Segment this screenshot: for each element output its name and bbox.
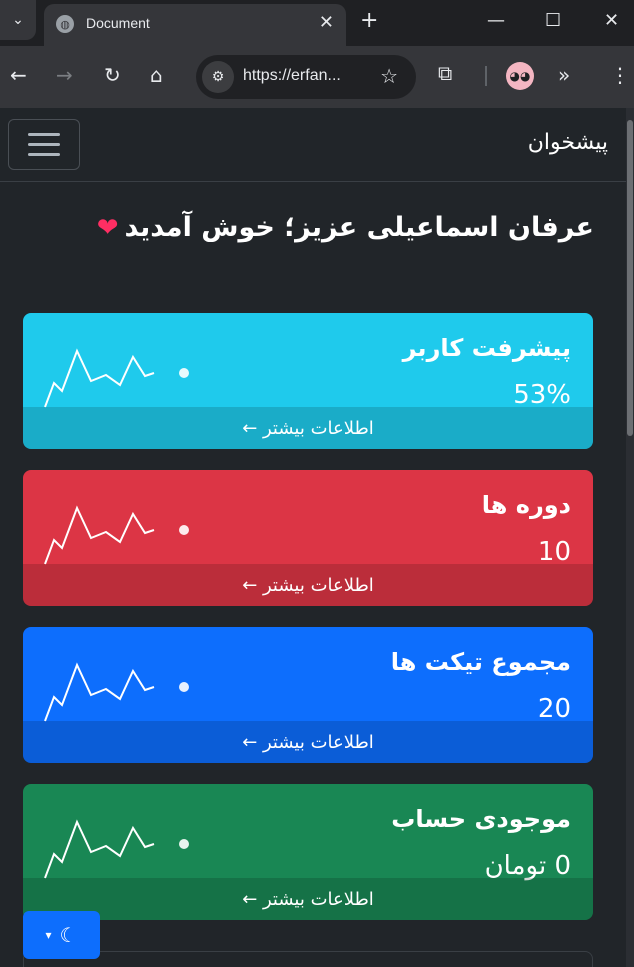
- home-icon[interactable]: ⌂: [150, 63, 163, 87]
- more-info-link[interactable]: اطلاعات بیشتر ←: [23, 564, 593, 606]
- hamburger-line: [28, 143, 60, 146]
- sparkline-icon: [44, 819, 189, 879]
- site-info-icon[interactable]: ⚙: [202, 61, 234, 93]
- sparkline-icon: [44, 505, 189, 565]
- card-value: 20: [537, 694, 571, 724]
- minimize-button[interactable]: —: [487, 10, 505, 31]
- card-label: دوره ها: [481, 491, 571, 519]
- card-label: مجموع تیکت ها: [390, 648, 571, 676]
- address-bar[interactable]: ⚙ https://erfan... ☆: [196, 55, 416, 99]
- card-label: موجودی حساب: [391, 805, 571, 833]
- tab-search-button[interactable]: ⌄: [0, 0, 36, 40]
- sparkline-icon: [44, 662, 189, 722]
- tab-title: Document: [86, 15, 150, 31]
- more-info-link[interactable]: اطلاعات بیشتر ←: [23, 407, 593, 449]
- menu-toggle-button[interactable]: [8, 119, 80, 170]
- more-info-link[interactable]: اطلاعات بیشتر ←: [23, 721, 593, 763]
- browser-tab-strip: ⌄ ◍ Document ✕ + — ☐ ✕: [0, 0, 634, 46]
- more-info-link[interactable]: اطلاعات بیشتر ←: [23, 878, 593, 920]
- card-value: 53%: [513, 380, 571, 410]
- extensions-icon[interactable]: ⧉: [438, 61, 452, 85]
- chevron-down-icon: ⌄: [12, 12, 24, 28]
- back-icon[interactable]: ←: [10, 63, 27, 87]
- card-value: 10: [537, 537, 571, 567]
- close-window-button[interactable]: ✕: [604, 10, 619, 31]
- moon-icon: ☾: [59, 923, 78, 947]
- reload-icon[interactable]: ↻: [104, 63, 121, 87]
- hamburger-line: [28, 133, 60, 136]
- browser-tab[interactable]: ◍ Document ✕: [44, 4, 346, 46]
- page-viewport: پیشخوان عرفان اسماعیلی عزیز؛ خوش آمدید ❤…: [0, 108, 626, 967]
- close-tab-button[interactable]: ✕: [319, 12, 334, 33]
- heart-icon: ❤: [96, 212, 119, 243]
- page-scrollbar[interactable]: [626, 108, 634, 967]
- sparkline-icon: [44, 348, 189, 408]
- top-navbar: پیشخوان: [0, 108, 626, 182]
- toolbar-divider: [485, 66, 487, 86]
- browser-toolbar: ← → ↻ ⌂ ⚙ https://erfan... ☆ ⧉ ◕◕ » ⋮: [0, 46, 634, 108]
- globe-icon: ◍: [56, 15, 74, 33]
- card-value: 0 تومان: [484, 851, 571, 881]
- menu-kebab-icon[interactable]: ⋮: [610, 63, 630, 87]
- new-tab-button[interactable]: +: [360, 8, 378, 33]
- stat-card-balance: موجودی حساب 0 تومان اطلاعات بیشتر ←: [23, 784, 593, 920]
- double-chevron-icon[interactable]: »: [558, 63, 570, 87]
- profile-avatar[interactable]: ◕◕: [506, 62, 534, 90]
- navbar-brand[interactable]: پیشخوان: [528, 130, 608, 155]
- card-label: پیشرفت کاربر: [402, 334, 571, 362]
- url-text[interactable]: https://erfan...: [243, 67, 341, 85]
- maximize-button[interactable]: ☐: [545, 10, 561, 31]
- hamburger-line: [28, 153, 60, 156]
- forward-icon[interactable]: →: [56, 63, 73, 87]
- stat-card-courses: دوره ها 10 اطلاعات بیشتر ←: [23, 470, 593, 606]
- next-section-card: [23, 951, 593, 967]
- bookmark-star-icon[interactable]: ☆: [380, 64, 398, 88]
- welcome-heading: عرفان اسماعیلی عزیز؛ خوش آمدید ❤: [97, 212, 594, 243]
- theme-toggle-button[interactable]: ▾ ☾: [23, 911, 100, 959]
- stat-card-progress: پیشرفت کاربر 53% اطلاعات بیشتر ←: [23, 313, 593, 449]
- scrollbar-thumb[interactable]: [627, 120, 633, 436]
- caret-down-icon: ▾: [45, 928, 52, 942]
- stat-card-tickets: مجموع تیکت ها 20 اطلاعات بیشتر ←: [23, 627, 593, 763]
- welcome-text: عرفان اسماعیلی عزیز؛ خوش آمدید: [124, 212, 594, 243]
